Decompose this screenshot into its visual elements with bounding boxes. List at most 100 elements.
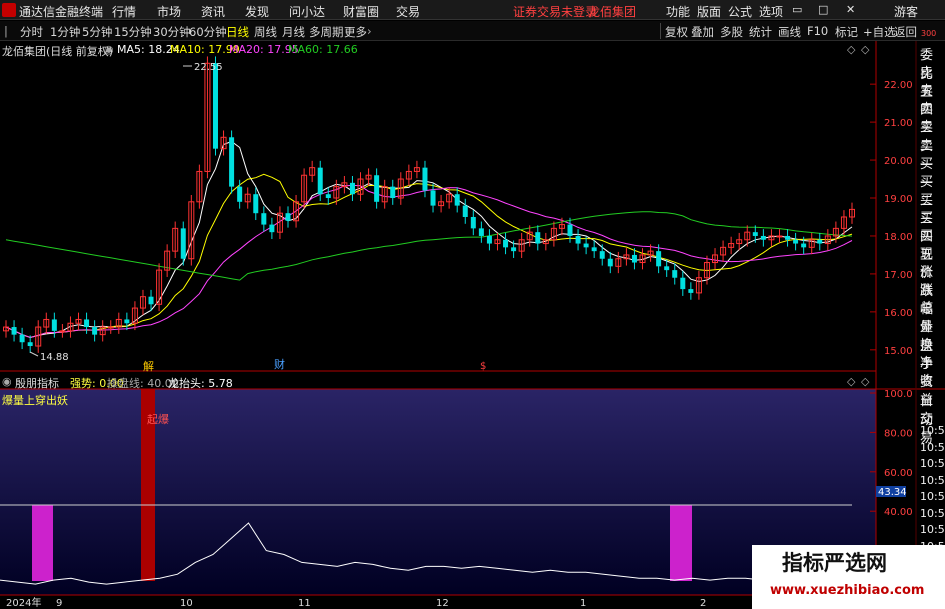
date-tick-0: 2024年 (6, 596, 41, 609)
price-tick-label: 20.00 (884, 156, 913, 167)
candle-body (470, 216, 476, 229)
time-entry-3: 10:59 (920, 473, 945, 487)
price-chart-svg[interactable]: 22.00 21.00 20.00 19.00 18.00 17.00 16.00 15.00… (0, 0, 945, 609)
indicator-collapse-icon[interactable]: ◇ (861, 375, 869, 388)
candle-body (462, 205, 468, 217)
watermark-url: www.xuezhibiao.com (770, 583, 925, 598)
event-marker-1: 解 (143, 359, 154, 373)
candle-body (752, 232, 758, 236)
candle-body (59, 330, 66, 333)
time-entry-5: 10:59 (920, 506, 945, 520)
candle-body (575, 235, 581, 244)
candle-body (567, 224, 573, 236)
candle-body (801, 243, 807, 248)
event-marker-3: $ (480, 361, 486, 372)
indicator-panel-bg (0, 389, 876, 595)
chart-collapse-icon[interactable]: ◇ (861, 43, 869, 56)
indicator-expand-icon[interactable]: ◇ (847, 375, 855, 388)
candle-body (760, 235, 766, 240)
candle-body (785, 235, 791, 240)
candle-body (656, 251, 662, 267)
date-tick-2: 10 (180, 598, 193, 609)
ind-tick-label: 80.00 (884, 428, 913, 439)
candle-body (285, 213, 291, 221)
price-tick-label: 16.00 (884, 308, 913, 319)
candle-body (793, 239, 799, 244)
candle-body (124, 319, 130, 324)
candle-body (237, 186, 243, 202)
candle-body (27, 342, 33, 347)
candle-body (583, 243, 589, 248)
price-tick-label: 17.00 (884, 270, 913, 281)
candle-body (478, 228, 484, 236)
signal-bar-magenta (670, 505, 692, 581)
candle-body (607, 258, 613, 267)
candle-body (664, 266, 670, 271)
candle-body (486, 235, 492, 244)
indicator-label-1: 爆量上穿出妖 (2, 393, 68, 407)
candle-body (107, 326, 114, 329)
candle-body (229, 137, 235, 187)
event-marker-2: 财 (274, 357, 285, 371)
candle-body (374, 175, 380, 202)
low-label: 14.88 (40, 352, 69, 363)
candle-body (51, 319, 57, 331)
indicator-settings-icon[interactable]: ◉ (2, 375, 12, 388)
date-tick-5: 1 (580, 598, 586, 609)
price-tick-label: 18.00 (884, 232, 913, 243)
watermark-title: 指标严选网 (782, 551, 887, 575)
candle-body (253, 194, 259, 214)
candle-body (212, 63, 218, 149)
candle-body (688, 289, 694, 293)
candle-body (591, 247, 597, 252)
price-tick-label: 21.00 (884, 118, 913, 129)
candle-body (148, 296, 154, 305)
candle-body (349, 182, 355, 195)
watermark: 指标严选网 www.xuezhibiao.com (752, 545, 945, 609)
chart-expand-icon[interactable]: ◇ (847, 43, 855, 56)
candle-body (92, 327, 98, 335)
candle-body (535, 232, 541, 244)
candle-body (19, 334, 25, 343)
time-entry-4: 10:59 (920, 490, 945, 503)
candle-body (430, 190, 436, 206)
indicator-name[interactable]: 殷朋指标 (15, 375, 59, 391)
current-indicator-value: 43.34 (878, 487, 907, 498)
time-entry-0: 10:59 (920, 424, 945, 437)
candle-body (776, 235, 783, 238)
candle-body (390, 186, 396, 199)
high-label: 22.55 (194, 62, 223, 73)
candle-body (325, 194, 331, 199)
candle-body (269, 224, 275, 233)
chart-title: 龙佰集团(日线 前复权) (2, 45, 114, 58)
candle-body (599, 251, 605, 259)
indicator-head: 龙抬头: 5.78 (168, 377, 233, 390)
date-tick-1: 9 (56, 598, 62, 609)
ma60-label: MA60: 17.66 (288, 43, 358, 56)
candle-body (11, 327, 17, 335)
time-entry-2: 10:59 (920, 457, 945, 470)
price-tick-label: 19.00 (884, 194, 913, 205)
date-tick-6: 2 (700, 598, 706, 609)
candle-body (422, 167, 428, 191)
candle-body (817, 239, 823, 244)
date-tick-4: 12 (436, 598, 449, 609)
corner-label: 300 (921, 29, 936, 38)
candle-body (680, 277, 686, 290)
price-tick-label: 22.00 (884, 80, 913, 91)
indicator-label-2: 起爆 (147, 412, 169, 426)
signal-bar-magenta (32, 505, 53, 581)
ma60-line (5, 211, 853, 281)
candle-body (672, 270, 678, 278)
candle-body (84, 319, 90, 328)
candle-body (261, 213, 267, 225)
candle-body (317, 167, 323, 195)
candle-body (503, 239, 509, 248)
ind-tick-label: 40.00 (884, 507, 913, 518)
chart-settings-icon[interactable]: ◉ (104, 43, 114, 56)
ind-tick-label: 60.00 (884, 468, 913, 479)
time-entry-1: 10:59 (920, 440, 945, 454)
candle-body (631, 254, 637, 263)
candle-body (511, 247, 517, 252)
date-tick-3: 11 (298, 598, 311, 609)
